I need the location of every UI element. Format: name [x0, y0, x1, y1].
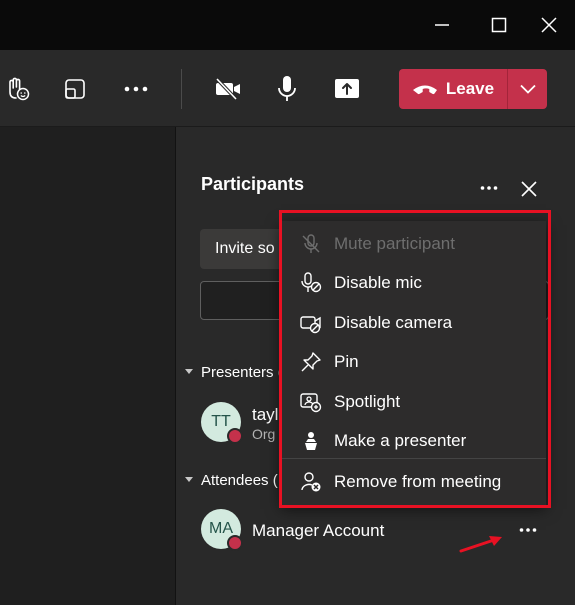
panel-more-button[interactable]: [478, 180, 500, 196]
toolbar-divider: [181, 69, 182, 109]
leave-options-button[interactable]: [508, 69, 547, 109]
camera-button[interactable]: [208, 69, 248, 109]
minimize-icon: [435, 24, 449, 26]
reactions-button[interactable]: [0, 69, 37, 109]
leave-button[interactable]: Leave: [399, 69, 507, 109]
highlight-box: [279, 210, 551, 508]
chevron-down-icon: [519, 84, 536, 94]
window-close-button[interactable]: [531, 8, 567, 42]
participant-name: Manager Account: [252, 521, 385, 540]
panel-close-button[interactable]: [519, 179, 539, 199]
meeting-stage: [0, 127, 176, 605]
participant-name: tayl: [252, 405, 279, 424]
participant-more-button[interactable]: [517, 523, 539, 537]
maximize-icon: [491, 17, 507, 33]
status-badge: [227, 428, 243, 444]
close-icon: [541, 17, 557, 33]
more-actions-button[interactable]: [116, 69, 156, 109]
close-icon: [521, 181, 537, 197]
more-icon: [519, 528, 537, 532]
more-icon: [124, 86, 148, 92]
status-badge: [227, 535, 243, 551]
mic-icon: [278, 76, 296, 101]
raise-hand-icon: [9, 77, 30, 101]
popout-icon: [65, 79, 85, 99]
presenters-header[interactable]: Presenters (: [201, 364, 283, 381]
share-content-button[interactable]: [327, 69, 367, 109]
phone-hangup-icon: [412, 85, 437, 95]
collapse-attendees-icon[interactable]: [185, 477, 193, 482]
participant-role: Org: [252, 426, 276, 442]
collapse-presenters-icon[interactable]: [185, 369, 193, 374]
more-icon: [480, 186, 498, 190]
invite-label: Invite so: [215, 240, 275, 257]
popout-button[interactable]: [55, 69, 95, 109]
panel-title: Participants: [201, 174, 305, 194]
microphone-button[interactable]: [267, 69, 307, 109]
minimize-button[interactable]: [424, 8, 460, 42]
maximize-button[interactable]: [481, 8, 517, 42]
avatar-initials: TT: [211, 413, 231, 430]
attendees-header[interactable]: Attendees (: [201, 472, 278, 489]
share-icon: [335, 79, 359, 98]
leave-button-group: Leave: [399, 69, 547, 109]
avatar-initials: MA: [209, 520, 233, 537]
camera-off-icon: [215, 77, 240, 101]
annotation-arrow-icon: [459, 536, 502, 553]
leave-label: Leave: [445, 79, 495, 98]
